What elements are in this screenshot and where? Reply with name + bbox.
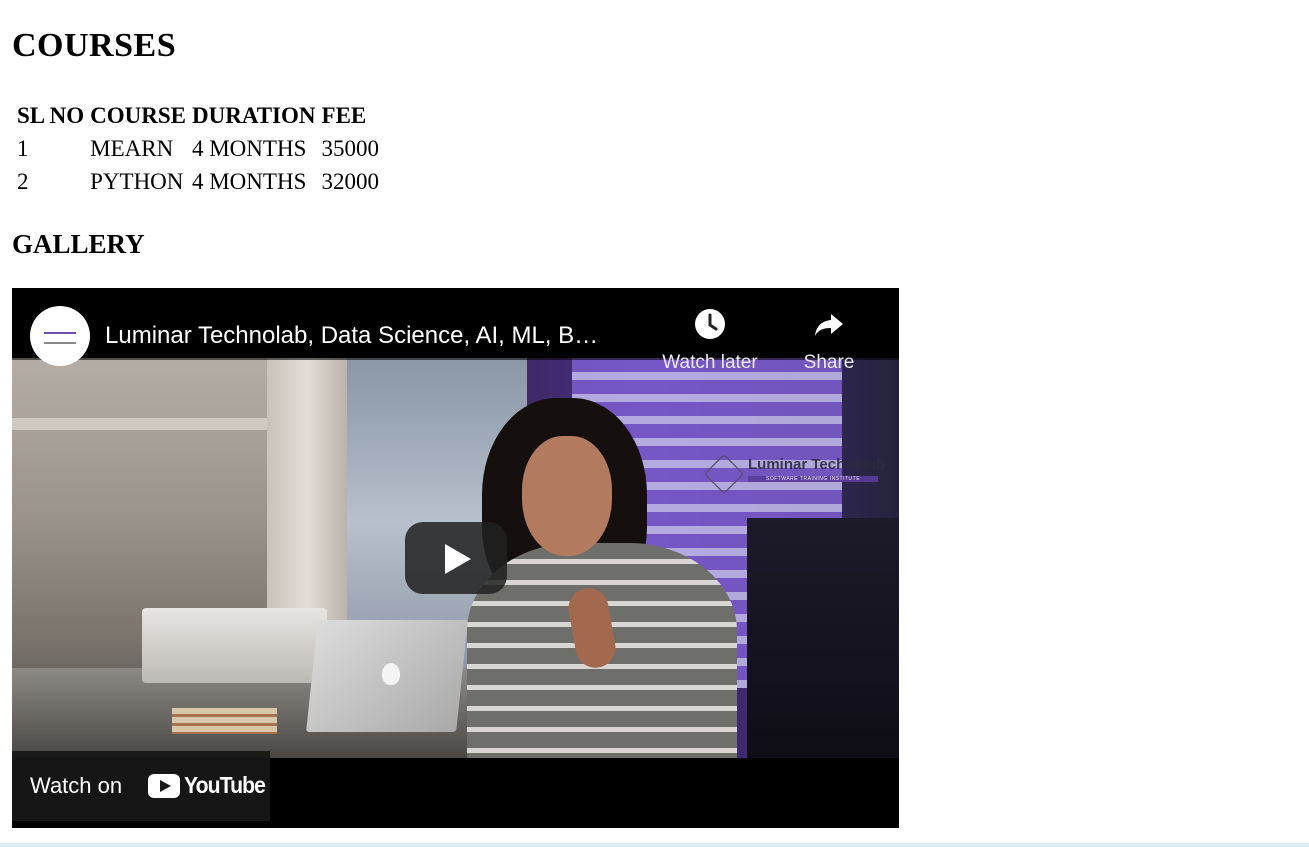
- cell-fee: 35000: [321, 136, 380, 161]
- table-row: 1 MEARN 4 MONTHS 35000: [16, 133, 382, 164]
- channel-avatar[interactable]: [30, 306, 90, 366]
- play-icon: [445, 544, 471, 574]
- cell-duration: 4 MONTHS: [191, 136, 307, 161]
- cell-sl-no: 2: [17, 169, 29, 194]
- gallery-heading: GALLERY: [12, 229, 145, 259]
- clock-icon: [695, 309, 725, 339]
- watermark-tagline: SOFTWARE TRAINING INSTITUTE: [748, 476, 878, 482]
- courses-table: SL NO COURSE DURATION FEE 1 MEARN 4 MONT…: [14, 98, 384, 199]
- watch-on-youtube-button[interactable]: Watch on YouTube: [12, 751, 270, 821]
- cell-sl-no: 1: [17, 136, 29, 161]
- column-header-course: COURSE: [90, 103, 186, 128]
- share-label: Share: [803, 352, 855, 373]
- cell-duration: 4 MONTHS: [191, 169, 307, 194]
- cell-course: PYTHON: [90, 169, 184, 194]
- watch-later-label: Watch later: [662, 352, 758, 373]
- play-button[interactable]: [405, 522, 507, 594]
- youtube-wordmark: YouTube: [184, 772, 266, 798]
- cell-course: MEARN: [90, 136, 174, 161]
- luminar-watermark: Luminar Technolab SOFTWARE TRAINING INST…: [703, 453, 889, 495]
- courses-heading: COURSES: [12, 27, 177, 64]
- watermark-name: Luminar Technolab: [748, 456, 886, 473]
- table-header-row: SL NO COURSE DURATION FEE: [16, 100, 382, 131]
- page-bottom-border: [0, 843, 1309, 847]
- table-row: 2 PYTHON 4 MONTHS 32000: [16, 166, 382, 197]
- watch-later-button[interactable]: Watch later: [655, 308, 765, 374]
- youtube-video-embed[interactable]: Luminar Technolab SOFTWARE TRAINING INST…: [12, 288, 899, 828]
- video-title-link[interactable]: Luminar Technolab, Data Science, AI, ML,…: [105, 322, 598, 350]
- column-header-fee: FEE: [321, 103, 367, 128]
- cell-fee: 32000: [321, 169, 380, 194]
- apple-logo-icon: [382, 663, 400, 685]
- share-button[interactable]: Share: [774, 308, 884, 374]
- luminar-logo-icon: [703, 453, 745, 495]
- share-arrow-icon: [815, 314, 843, 336]
- column-header-sl-no: SL NO: [17, 103, 85, 128]
- watch-on-label: Watch on: [30, 773, 123, 798]
- column-header-duration: DURATION: [191, 103, 316, 128]
- youtube-logo-icon: [148, 774, 180, 798]
